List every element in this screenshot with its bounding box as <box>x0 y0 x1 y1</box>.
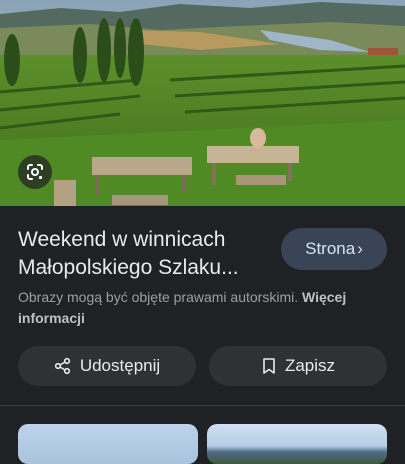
result-title-line2: Małopolskiego Szlaku... <box>18 256 239 279</box>
copyright-text: Obrazy mogą być objęte prawami autorskim… <box>18 289 299 305</box>
divider <box>0 405 405 406</box>
bookmark-icon <box>263 358 275 374</box>
related-image-thumbnail[interactable] <box>18 424 198 464</box>
action-bar: Udostępnij Zapisz <box>0 346 405 386</box>
share-label: Udostępnij <box>79 356 161 375</box>
save-label: Zapisz <box>284 356 336 375</box>
visit-site-label: Strona <box>305 239 356 258</box>
visit-site-button[interactable]: Strona › <box>281 228 387 270</box>
share-icon <box>54 357 70 375</box>
related-image-thumbnail[interactable] <box>207 424 387 464</box>
result-title[interactable]: Weekend w winnicach Małopolskiego Szlaku… <box>18 226 268 282</box>
hero-image[interactable] <box>0 0 405 206</box>
result-title-line1: Weekend w winnicach <box>18 228 226 251</box>
share-button[interactable]: Udostępnij <box>18 346 196 386</box>
chevron-right-icon: › <box>357 239 363 258</box>
result-header: Weekend w winnicach Małopolskiego Szlaku… <box>0 206 405 286</box>
related-images <box>0 424 405 464</box>
copyright-notice: Obrazy mogą być objęte prawami autorskim… <box>18 287 388 329</box>
save-button[interactable]: Zapisz <box>209 346 387 386</box>
google-lens-icon <box>27 164 43 180</box>
google-lens-button[interactable] <box>18 155 52 189</box>
